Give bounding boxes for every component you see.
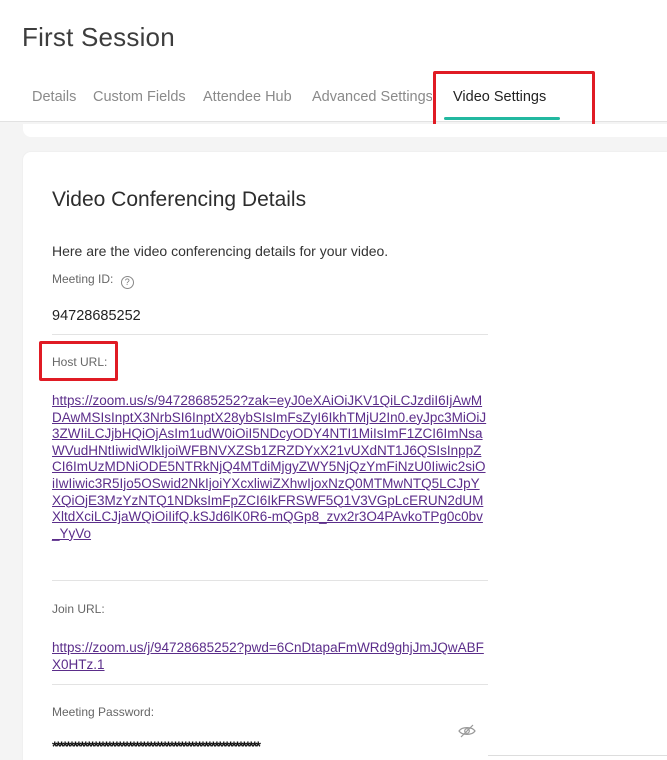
divider — [52, 580, 488, 581]
meeting-password-label: Meeting Password: — [52, 705, 155, 719]
tab-advanced-settings[interactable]: Advanced Settings — [312, 84, 432, 122]
tab-custom-fields[interactable]: Custom Fields — [93, 84, 186, 122]
divider — [52, 334, 488, 335]
join-url-link[interactable]: https://zoom.us/j/94728685252?pwd=6CnDta… — [52, 640, 488, 673]
help-circle-icon[interactable]: ? — [120, 276, 134, 289]
card-title: Video Conferencing Details — [52, 188, 307, 211]
meeting-id-value: 94728685252 — [52, 308, 141, 324]
meeting-password-field[interactable]: ****************************************… — [52, 724, 488, 754]
tab-bar: Details Custom Fields Attendee Hub Advan… — [0, 84, 667, 122]
meeting-password-masked: ****************************************… — [52, 738, 261, 754]
host-url-label: Host URL: — [52, 355, 108, 369]
eye-slash-icon[interactable] — [458, 724, 476, 738]
divider — [52, 684, 488, 685]
intro-text: Here are the video conferencing details … — [52, 243, 389, 259]
password-field-underline — [488, 755, 667, 756]
host-url-link[interactable]: https://zoom.us/s/94728685252?zak=eyJ0eX… — [52, 393, 488, 542]
page-title: First Session — [22, 22, 175, 52]
join-url-label: Join URL: — [52, 602, 105, 616]
tab-details[interactable]: Details — [32, 84, 76, 122]
page-header: First Session Details Custom Fields Atte… — [0, 0, 667, 122]
tab-attendee-hub[interactable]: Attendee Hub — [203, 84, 292, 122]
meeting-id-label-text: Meeting ID: — [52, 272, 114, 286]
top-panel-strip — [23, 124, 667, 137]
meeting-id-label: Meeting ID: ? — [52, 272, 134, 289]
active-tab-indicator — [444, 117, 560, 120]
